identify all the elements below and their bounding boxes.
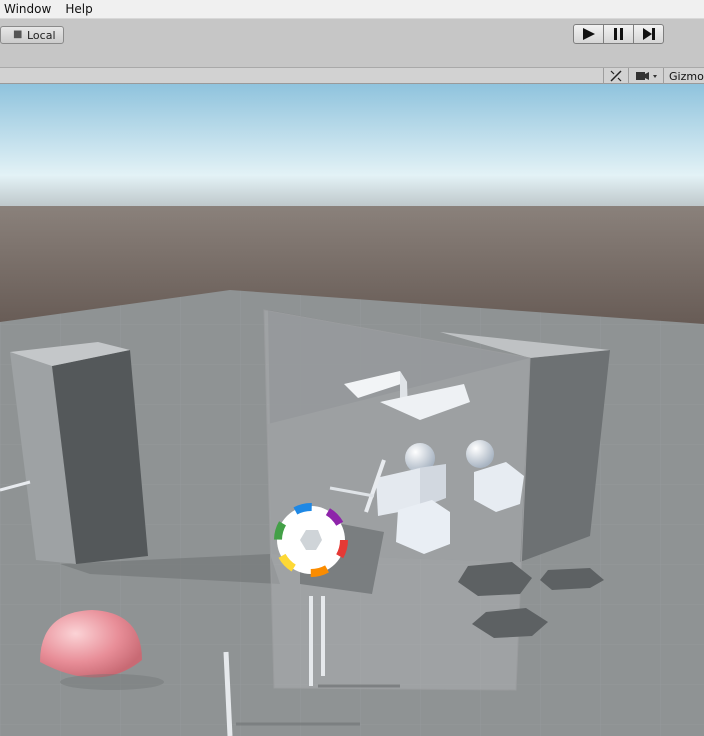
pause-icon: [613, 28, 623, 40]
play-icon: [582, 28, 595, 40]
play-controls: [573, 24, 664, 44]
effects-icon: [610, 70, 622, 82]
scene-render: [0, 84, 704, 736]
scene-view-header: Gizmos: [0, 67, 704, 84]
effects-toggle[interactable]: [603, 68, 628, 84]
menu-help[interactable]: Help: [61, 2, 98, 16]
step-icon: [642, 28, 655, 40]
cube-icon: ■: [13, 29, 23, 40]
camera-icon: [636, 72, 657, 80]
gizmos-label: Gizmos: [669, 69, 704, 83]
pause-button[interactable]: [603, 24, 634, 44]
play-button[interactable]: [573, 24, 604, 44]
camera-settings-dropdown[interactable]: [628, 68, 663, 84]
gizmos-dropdown[interactable]: Gizmos: [663, 68, 704, 84]
main-toolbar: ■ Local: [0, 19, 704, 68]
camera-gizmo-icon[interactable]: [274, 503, 348, 577]
step-button[interactable]: [633, 24, 664, 44]
sky: [0, 84, 704, 206]
scene-viewport[interactable]: [0, 84, 704, 736]
menu-window[interactable]: Window: [0, 2, 57, 16]
menu-bar: Window Help: [0, 0, 704, 19]
pivot-rotation-label: Local: [27, 28, 56, 42]
pivot-rotation-button[interactable]: ■ Local: [0, 26, 64, 44]
